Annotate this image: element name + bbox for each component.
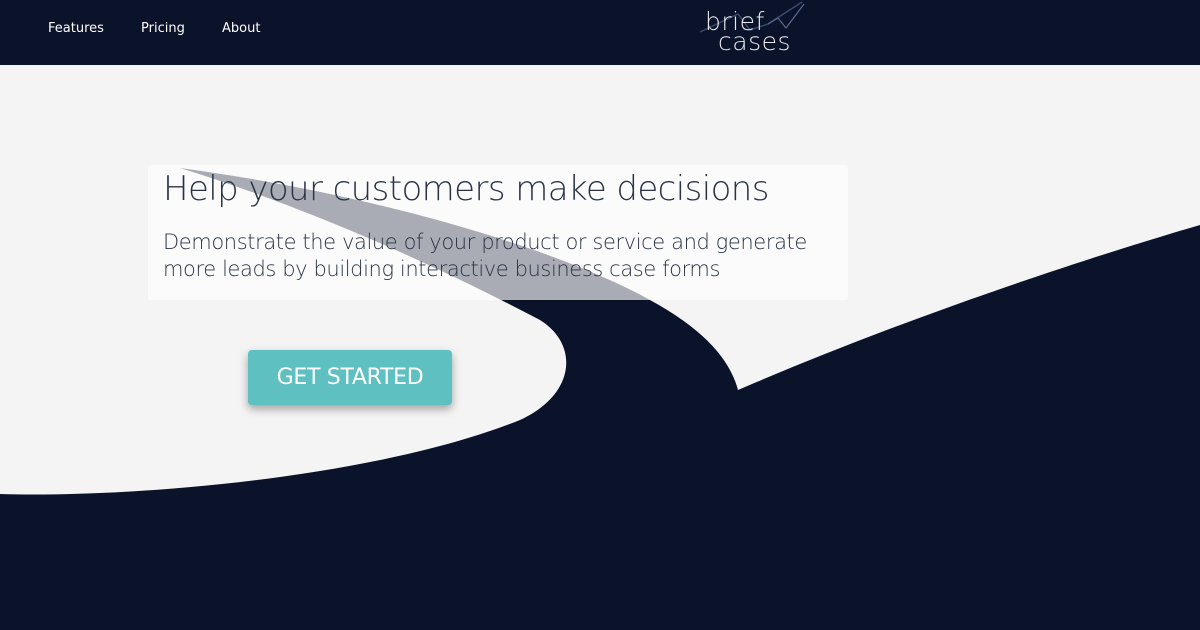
hero-subtitle: Demonstrate the value of your product or… xyxy=(163,230,807,281)
nav-link-about[interactable]: About xyxy=(222,21,260,36)
get-started-button[interactable]: GET STARTED xyxy=(248,350,452,405)
background-swoosh-graphic xyxy=(0,168,1200,630)
logo-text-cases: cases xyxy=(718,27,791,56)
landing-page: Features Pricing About brief cases Help … xyxy=(0,0,1200,630)
top-navbar: Features Pricing About brief cases xyxy=(0,0,1200,65)
nav-link-features[interactable]: Features xyxy=(48,21,104,36)
hero-text-panel: Help your customers make decisions Demon… xyxy=(148,165,848,300)
hero-title: Help your customers make decisions xyxy=(163,169,769,209)
nav-link-pricing[interactable]: Pricing xyxy=(141,21,185,36)
briefcases-logo[interactable]: brief cases xyxy=(698,0,808,60)
